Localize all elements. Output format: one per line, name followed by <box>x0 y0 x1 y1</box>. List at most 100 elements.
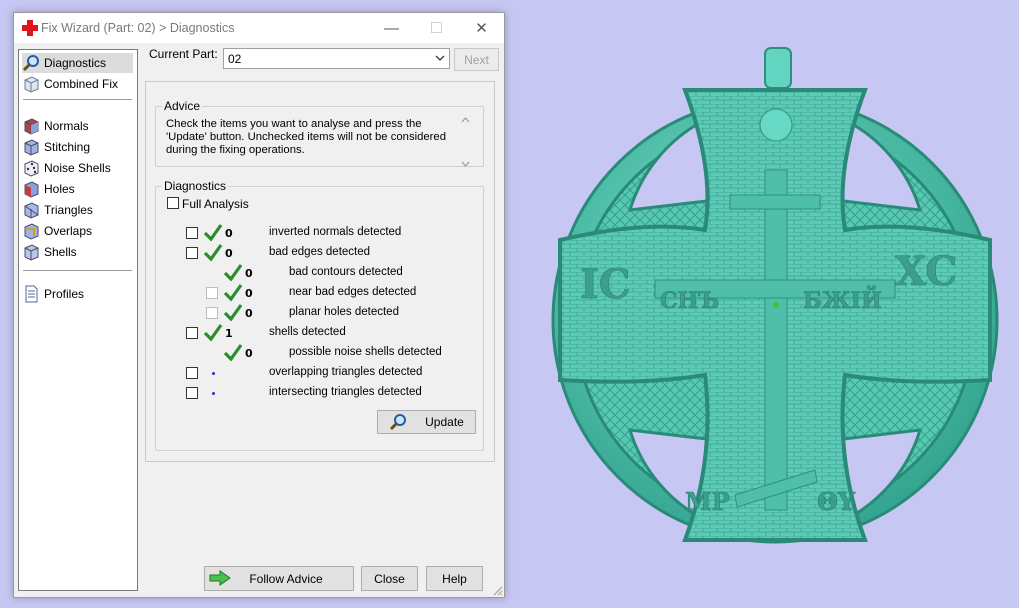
follow-advice-label: Follow Advice <box>249 571 323 586</box>
pendant-letters-chn: CHЪ <box>660 288 719 314</box>
sidebar-item-normals[interactable]: Normals <box>22 116 133 136</box>
near-bad-edges-count: 0 <box>245 287 253 300</box>
sidebar-item-noise-shells[interactable]: Noise Shells <box>22 158 133 178</box>
not-checked-dot-icon <box>212 372 215 375</box>
help-button[interactable]: Help <box>426 566 483 591</box>
minimize-button[interactable]: — <box>369 13 414 43</box>
pendant-letters-xc: XC <box>895 248 957 295</box>
planar-holes-checkbox[interactable] <box>206 307 218 319</box>
green-check-icon <box>223 264 243 282</box>
cube-icon <box>24 223 39 240</box>
green-check-icon <box>223 304 243 322</box>
sidebar-item-triangles[interactable]: Triangles <box>22 200 133 220</box>
noise-shells-label: possible noise shells detected <box>289 346 442 358</box>
planar-holes-label: planar holes detected <box>289 306 399 318</box>
title-bar[interactable]: Fix Wizard (Part: 02) > Diagnostics — ☐ … <box>14 13 504 43</box>
sidebar-divider <box>23 270 132 271</box>
pendant-model[interactable]: IC CHЪ БЖIЙ XC MP ΘY <box>545 40 1005 600</box>
sidebar-item-label: Diagnostics <box>44 56 107 70</box>
sidebar-item-combined-fix[interactable]: Combined Fix <box>22 74 133 94</box>
update-button[interactable]: Update <box>377 410 476 434</box>
current-part-label: Current Part: <box>149 47 218 61</box>
bad-contours-count: 0 <box>245 267 253 280</box>
magnifier-icon <box>22 55 39 72</box>
next-button[interactable]: Next <box>454 48 499 71</box>
near-bad-edges-checkbox[interactable] <box>206 287 218 299</box>
sidebar-item-label: Shells <box>44 245 77 259</box>
green-check-icon <box>203 224 223 242</box>
sidebar-item-overlaps[interactable]: Overlaps <box>22 221 133 241</box>
intersecting-triangles-checkbox[interactable] <box>186 387 198 399</box>
sidebar-item-label: Stitching <box>44 140 91 154</box>
cube-icon <box>24 118 39 135</box>
diagnostics-legend: Diagnostics <box>164 179 227 193</box>
update-label: Update <box>425 415 464 429</box>
green-arrow-icon <box>209 570 231 586</box>
window-title: Fix Wizard (Part: 02) > Diagnostics <box>41 21 235 35</box>
chevron-down-icon <box>435 55 445 61</box>
intersecting-triangles-label: intersecting triangles detected <box>269 386 422 398</box>
inverted-normals-checkbox[interactable] <box>186 227 198 239</box>
shells-checkbox[interactable] <box>186 327 198 339</box>
overlapping-triangles-checkbox[interactable] <box>186 367 198 379</box>
diagnostics-group: Diagnostics Full Analysis 0 inverted nor… <box>155 179 484 451</box>
sidebar-item-label: Overlaps <box>44 224 93 238</box>
pendant-letters-ic: IC <box>580 261 631 308</box>
sidebar-item-label: Normals <box>44 119 89 133</box>
bad-edges-checkbox[interactable] <box>186 247 198 259</box>
green-check-icon <box>203 324 223 342</box>
bad-contours-label: bad contours detected <box>289 266 403 278</box>
resize-grip-icon[interactable] <box>491 584 503 596</box>
sidebar-divider <box>23 99 132 100</box>
pendant-letters-bzhiy: БЖIЙ <box>803 285 882 314</box>
current-part-value: 02 <box>228 52 242 66</box>
green-check-icon <box>223 344 243 362</box>
full-analysis-checkbox[interactable] <box>167 197 179 209</box>
sidebar-item-label: Triangles <box>44 203 93 217</box>
sidebar-item-shells[interactable]: Shells <box>22 242 133 262</box>
cube-icon <box>24 139 39 156</box>
dice-icon <box>24 160 39 177</box>
advice-group: Advice Check the items you want to analy… <box>155 99 484 167</box>
green-check-icon <box>223 284 243 302</box>
fix-wizard-dialog: Fix Wizard (Part: 02) > Diagnostics — ☐ … <box>13 12 505 598</box>
pendant-letters-theta-y: ΘY <box>817 487 856 516</box>
sidebar-item-label: Profiles <box>44 287 85 301</box>
sidebar-item-holes[interactable]: Holes <box>22 179 133 199</box>
advice-legend: Advice <box>164 99 201 113</box>
sidebar-item-label: Noise Shells <box>44 161 111 175</box>
sidebar-item-stitching[interactable]: Stitching <box>22 137 133 157</box>
maximize-button[interactable]: ☐ <box>414 13 459 43</box>
inverted-normals-label: inverted normals detected <box>269 226 402 238</box>
sidebar-item-profiles[interactable]: Profiles <box>22 284 133 304</box>
sidebar-item-diagnostics[interactable]: Diagnostics <box>22 53 133 73</box>
not-checked-dot-icon <box>212 392 215 395</box>
advice-scrollbar[interactable] <box>459 114 472 170</box>
current-part-select[interactable]: 02 <box>223 48 450 69</box>
close-button[interactable]: Close <box>361 566 418 591</box>
cube-icon <box>24 202 39 219</box>
close-window-button[interactable]: ✕ <box>459 13 504 43</box>
diagnostics-panel: Advice Check the items you want to analy… <box>145 81 495 462</box>
red-cross-app-icon <box>22 20 38 36</box>
cube-icon <box>24 181 39 198</box>
follow-advice-button[interactable]: Follow Advice <box>204 566 354 591</box>
bad-edges-count: 0 <box>225 247 233 260</box>
noise-shells-count: 0 <box>245 347 253 360</box>
sidebar-item-label: Combined Fix <box>44 77 119 91</box>
overlapping-triangles-label: overlapping triangles detected <box>269 366 423 378</box>
cube-icon <box>24 244 39 261</box>
shells-label: shells detected <box>269 326 346 338</box>
document-icon <box>25 285 38 303</box>
full-analysis-label: Full Analysis <box>182 197 249 211</box>
inverted-normals-count: 0 <box>225 227 233 240</box>
pendant-letters-mp: MP <box>685 487 730 516</box>
magnifier-icon <box>390 414 407 431</box>
sidebar-item-label: Holes <box>44 182 75 196</box>
cube-icon <box>24 76 39 93</box>
shells-count: 1 <box>225 327 233 340</box>
planar-holes-count: 0 <box>245 307 253 320</box>
advice-text: Check the items you want to analyse and … <box>166 118 446 156</box>
sidebar: Diagnostics Combined Fix Normals Stitchi… <box>18 49 138 591</box>
bad-edges-label: bad edges detected <box>269 246 371 258</box>
